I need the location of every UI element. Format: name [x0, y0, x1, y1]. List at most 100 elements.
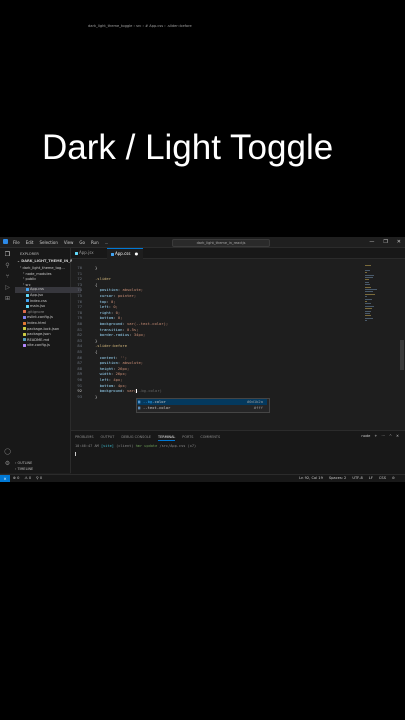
line-number: 75 — [77, 293, 82, 298]
code-line[interactable]: right: 0; — [95, 310, 121, 315]
minimap[interactable] — [365, 265, 379, 325]
tab-app-css[interactable]: App.css ● — [107, 248, 143, 259]
suggestion-item[interactable]: --text-color ▣ #fff — [137, 405, 267, 411]
code-line[interactable]: content: ''; — [95, 355, 127, 360]
menu-item-2[interactable]: Selection — [39, 240, 57, 245]
files-icon[interactable]: ❐ — [4, 251, 11, 258]
status-right-item[interactable]: Ln 92, Col 19 — [299, 476, 323, 480]
code-line[interactable]: } — [95, 338, 97, 343]
panel-tab-comments[interactable]: COMMENTS — [200, 435, 220, 441]
search-icon[interactable]: ⚲ — [4, 262, 11, 269]
terminal-profile[interactable]: node — [361, 434, 370, 438]
editor-tabs: App.jsx App.css ● — [71, 248, 405, 259]
menu-item-6[interactable]: ... — [105, 240, 109, 245]
code-line[interactable]: bottom: 0; — [95, 315, 123, 320]
code-line[interactable]: position: absolute; — [95, 360, 143, 365]
tab-app-jsx[interactable]: App.jsx — [71, 248, 107, 258]
code-line[interactable]: background: var(--text-color); — [95, 321, 169, 326]
tab-close-icon[interactable]: ● — [133, 251, 139, 256]
new-terminal-icon[interactable]: + — [374, 434, 377, 438]
status-right-item[interactable]: UTF-8 — [352, 476, 362, 480]
command-center-search[interactable]: dark_light_theme_in_reactjs — [172, 239, 270, 247]
menu-item-1[interactable]: Edit — [26, 240, 34, 245]
timeline-label: TIMELINE — [17, 467, 34, 471]
remote-indicator[interactable]: ⨯ — [0, 475, 10, 482]
status-right-item[interactable]: LF — [369, 476, 373, 480]
menu-item-5[interactable]: Run — [91, 240, 99, 245]
timeline-section[interactable]: › TIMELINE — [15, 467, 70, 471]
extensions-icon[interactable]: ⊞ — [4, 295, 11, 302]
panel-tab-problems[interactable]: PROBLEMS — [75, 435, 94, 441]
explorer-sidebar: EXPLORER ⌄ DARK_LIGHT_THEME_IN_R... ›dark… — [15, 248, 81, 473]
source-control-icon[interactable]: ⑂ — [4, 273, 11, 280]
term-path: /src/App.css (x7) — [159, 444, 197, 448]
more-actions-icon[interactable]: ⋯ — [381, 434, 385, 438]
variable-icon: ▣ — [138, 405, 141, 410]
panel-tab-debug-console[interactable]: DEBUG CONSOLE — [121, 435, 151, 441]
explorer-item-label: README.md — [27, 337, 50, 342]
menu-item-3[interactable]: View — [64, 240, 74, 245]
explorer-root-folder[interactable]: ⌄ DARK_LIGHT_THEME_IN_R... — [15, 259, 72, 265]
line-number: 85 — [77, 349, 82, 354]
breadcrumb[interactable]: dark_light_theme_toggle › src › # App.cs… — [88, 24, 192, 28]
status-right-item[interactable]: CSS — [379, 476, 386, 480]
eslint-icon — [23, 315, 26, 319]
status-left-item[interactable]: ⚠ 0 — [24, 476, 31, 480]
status-right-item[interactable]: ⊘ — [392, 476, 395, 480]
code-line[interactable]: position: absolute; — [95, 287, 143, 292]
explorer-item[interactable]: vite.config.js — [15, 343, 78, 349]
line-number: 78 — [77, 309, 82, 315]
code-line[interactable]: .slider — [95, 276, 111, 281]
line-number: 92 — [77, 388, 82, 394]
status-left-item[interactable]: ⊗ 0 — [13, 476, 19, 480]
maximize-icon[interactable]: ❐ — [383, 239, 387, 245]
line-number: 74 — [77, 287, 82, 293]
close-panel-icon[interactable]: ✕ — [396, 434, 399, 438]
minimap-line — [365, 313, 370, 314]
code-line[interactable]: bottom: 4px; — [95, 383, 127, 388]
menu-item-4[interactable]: Go — [79, 240, 85, 245]
code-line[interactable]: border-radius: 34px; — [95, 332, 146, 337]
minimap-line — [365, 301, 367, 302]
term-vite: [vite] — [100, 444, 114, 448]
minimap-line — [365, 308, 372, 310]
code-line[interactable]: left: 4px; — [95, 377, 123, 382]
code-line[interactable]: .slider:before — [95, 343, 127, 348]
status-left-item[interactable]: ⚲ 0 — [36, 476, 42, 480]
code-line[interactable]: left: 0; — [95, 304, 118, 309]
panel-tab-terminal[interactable]: TERMINAL — [158, 435, 176, 441]
editor-scrollbar[interactable] — [400, 340, 404, 370]
line-number: 91 — [77, 382, 82, 388]
panel-tab-ports[interactable]: PORTS — [182, 435, 193, 441]
minimap-line — [365, 281, 369, 283]
code-line[interactable]: { — [95, 282, 97, 287]
line-number: 90 — [77, 377, 82, 382]
line-number: 77 — [77, 304, 82, 310]
code-line[interactable]: width: 26px; — [95, 371, 127, 376]
code-line[interactable]: top: 0; — [95, 299, 116, 304]
code-line[interactable]: } — [95, 394, 97, 399]
run-debug-icon[interactable]: ▷ — [4, 284, 11, 291]
minimap-line — [365, 269, 370, 271]
close-icon[interactable]: ✕ — [397, 239, 401, 245]
minimize-icon[interactable]: — — [369, 239, 374, 245]
code-line[interactable]: transition: 0.5s; — [95, 327, 139, 332]
panel-tab-output[interactable]: OUTPUT — [101, 435, 115, 441]
code-line[interactable]: height: 26px; — [95, 366, 130, 371]
code-line[interactable]: { — [95, 349, 97, 354]
autocomplete-suggestions[interactable]: --bg-color ▣ #0d1b2a --text-color ▣ #fff — [136, 398, 270, 413]
maximize-panel-icon[interactable]: ^ — [389, 434, 392, 438]
minimap-line — [365, 320, 367, 322]
outline-section[interactable]: › OUTLINE — [15, 461, 70, 465]
menu-bar: File Edit Selection View Go Run... — [13, 240, 108, 245]
code-line[interactable]: cursor: pointer; — [95, 293, 137, 298]
code-line[interactable]: } — [95, 265, 97, 270]
explorer-item-label: dark_light_theme_tog... — [22, 265, 65, 270]
settings-gear-icon[interactable]: ⚙ — [4, 460, 11, 467]
code-line[interactable]: background: var(--bg-color) — [95, 388, 162, 394]
status-right-item[interactable]: Spaces: 2 — [329, 476, 346, 480]
terminal-output-line: 10:46:47 AM [vite] (client) hmr update /… — [75, 444, 196, 448]
menu-item-0[interactable]: File — [13, 240, 20, 245]
minimap-line — [365, 305, 374, 307]
account-icon[interactable]: ◯ — [4, 448, 11, 455]
